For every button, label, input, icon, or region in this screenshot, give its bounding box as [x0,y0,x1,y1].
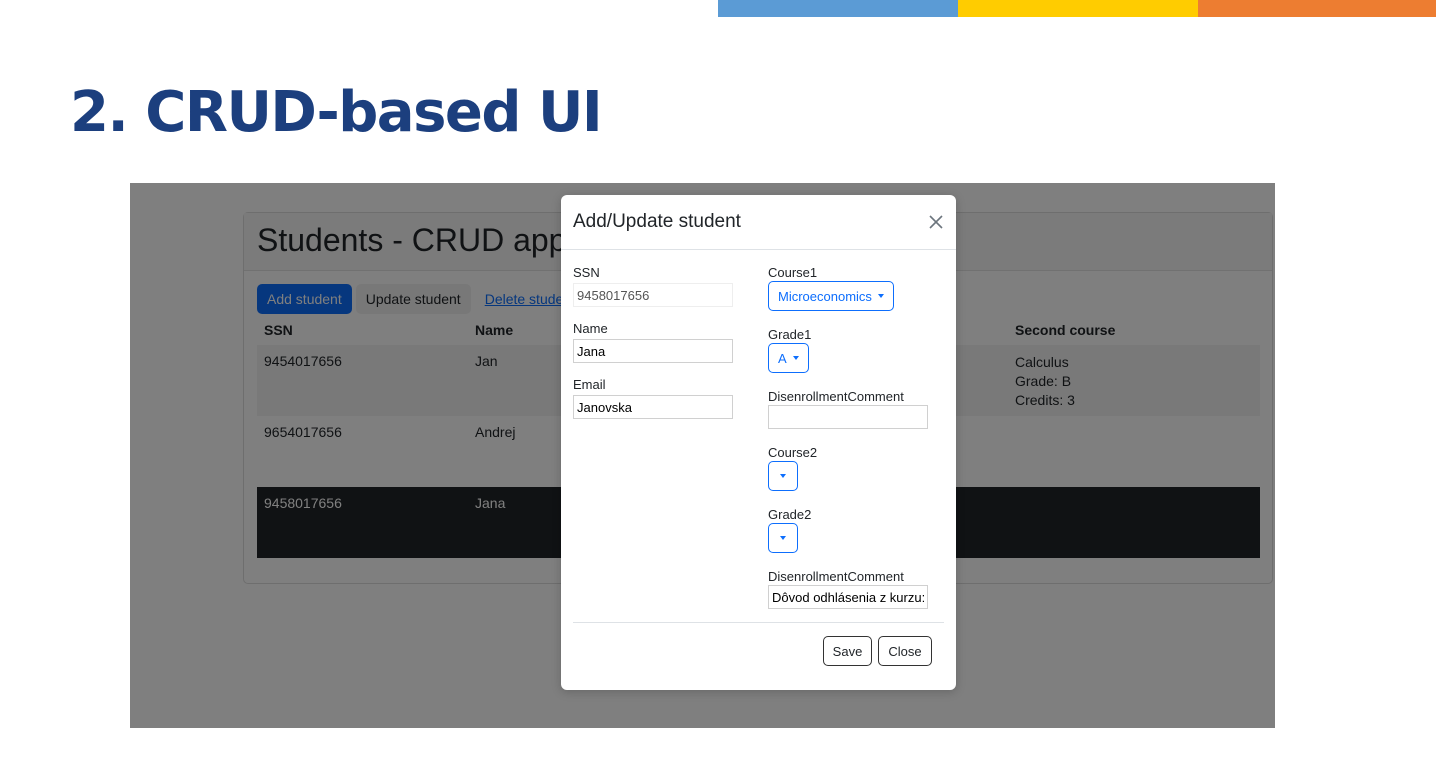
modal-body: SSN Name Email Course1 Microeconomics Gr… [573,250,944,622]
app-screenshot: Students - CRUD appr Add student Update … [130,183,1275,728]
grade2-dropdown[interactable] [768,523,798,553]
name-label: Name [573,321,608,336]
slide-title: 2. CRUD-based UI [70,80,603,145]
grade1-dropdown[interactable]: A [768,343,809,373]
disenrollment-comment2-label: DisenrollmentComment [768,569,904,584]
course1-label: Course1 [768,265,818,280]
grade2-label: Grade2 [768,507,812,522]
chevron-down-icon [792,356,799,360]
disenrollment-comment1-label: DisenrollmentComment [768,389,904,404]
course2-dropdown[interactable] [768,461,798,491]
course2-label: Course2 [768,445,818,460]
email-label: Email [573,377,606,392]
accent-orange [1198,0,1436,17]
modal-title: Add/Update student [573,211,741,232]
chevron-down-icon [780,474,786,478]
save-button[interactable]: Save [823,636,872,666]
disenrollment-comment1-field[interactable] [768,405,928,429]
chevron-down-icon [877,294,884,298]
modal-header: Add/Update student [561,195,956,250]
ssn-label: SSN [573,265,600,280]
course1-value: Microeconomics [778,288,872,304]
accent-blue [718,0,958,17]
modal-footer: Save Close [573,622,944,690]
course1-dropdown[interactable]: Microeconomics [768,281,894,311]
student-modal: Add/Update student SSN Name Email Course… [561,195,956,690]
grade1-value: A [778,350,787,366]
disenrollment-comment2-field[interactable] [768,585,928,609]
grade1-label: Grade1 [768,327,812,342]
accent-bar [718,0,1436,17]
email-field[interactable] [573,395,733,419]
chevron-down-icon [780,536,786,540]
accent-yellow [958,0,1198,17]
name-field[interactable] [573,339,733,363]
close-button[interactable]: Close [878,636,932,666]
ssn-field[interactable] [573,283,733,307]
close-icon[interactable] [926,212,946,232]
